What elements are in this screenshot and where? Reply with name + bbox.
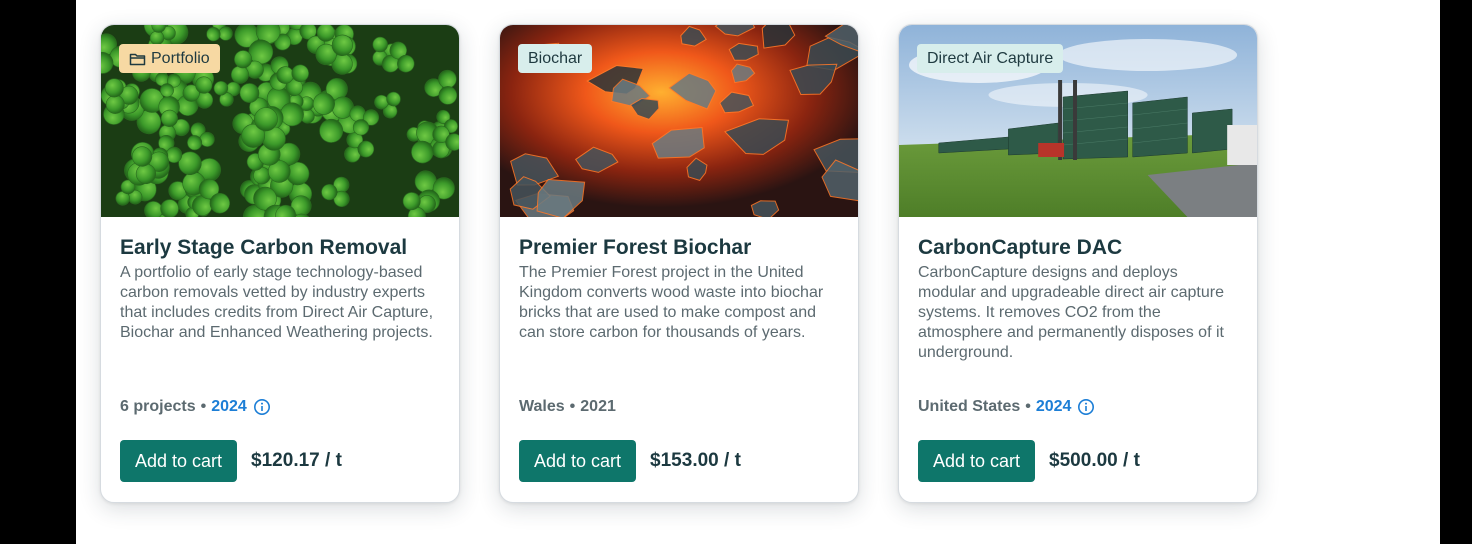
meta-year[interactable]: 2024 (1036, 398, 1072, 416)
card-title[interactable]: Premier Forest Biochar (519, 235, 839, 261)
product-card-early-stage[interactable]: Portfolio Early Stage Carbon Removal A p… (100, 24, 460, 503)
card-description: The Premier Forest project in the United… (519, 264, 824, 341)
card-image-dac: Direct Air Capture (899, 25, 1257, 217)
card-description: CarbonCapture designs and deploys modula… (918, 264, 1224, 361)
folder-icon (129, 53, 146, 65)
card-meta: 6 projects • 2024 (120, 398, 271, 416)
card-title[interactable]: CarbonCapture DAC (918, 235, 1238, 261)
card-image-clover: Portfolio (101, 25, 459, 217)
meta-year: 2021 (580, 398, 616, 415)
card-description: A portfolio of early stage technology-ba… (120, 264, 434, 341)
tag-badge: Biochar (518, 44, 593, 73)
purchase-row: Add to cart $120.17 / t (120, 440, 342, 482)
left-edge (0, 0, 76, 544)
meta-location: United States (918, 398, 1021, 415)
meta-separator: • (200, 398, 207, 415)
price: $153.00 / t (650, 450, 741, 471)
tag-badge: Direct Air Capture (917, 44, 1064, 73)
page: Portfolio Early Stage Carbon Removal A p… (0, 0, 1472, 544)
card-meta: United States • 2024 (918, 398, 1095, 416)
tag-badge: Portfolio (119, 44, 220, 73)
meta-separator: • (569, 398, 576, 415)
info-icon[interactable] (1077, 398, 1095, 416)
meta-year[interactable]: 2024 (211, 398, 247, 416)
add-to-cart-button[interactable]: Add to cart (519, 440, 637, 482)
purchase-row: Add to cart $500.00 / t (918, 440, 1140, 482)
price: $120.17 / t (251, 450, 342, 471)
product-card-dac[interactable]: Direct Air Capture CarbonCapture DAC Car… (898, 24, 1258, 503)
meta-separator: • (1025, 398, 1031, 415)
price: $500.00 / t (1049, 450, 1140, 471)
add-to-cart-button[interactable]: Add to cart (120, 440, 238, 482)
tag-label: Direct Air Capture (927, 50, 1054, 67)
card-title[interactable]: Early Stage Carbon Removal (120, 235, 440, 261)
info-icon[interactable] (253, 398, 271, 416)
card-meta: Wales • 2021 (519, 398, 616, 416)
tag-label: Biochar (528, 50, 583, 67)
product-card-biochar[interactable]: Biochar Premier Forest Biochar The Premi… (499, 24, 859, 503)
meta-projects: 6 projects (120, 398, 196, 415)
right-edge (1440, 0, 1472, 544)
card-image-embers: Biochar (500, 25, 858, 217)
purchase-row: Add to cart $153.00 / t (519, 440, 741, 482)
tag-label: Portfolio (151, 50, 210, 67)
meta-location: Wales (519, 398, 565, 415)
add-to-cart-button[interactable]: Add to cart (918, 440, 1036, 482)
